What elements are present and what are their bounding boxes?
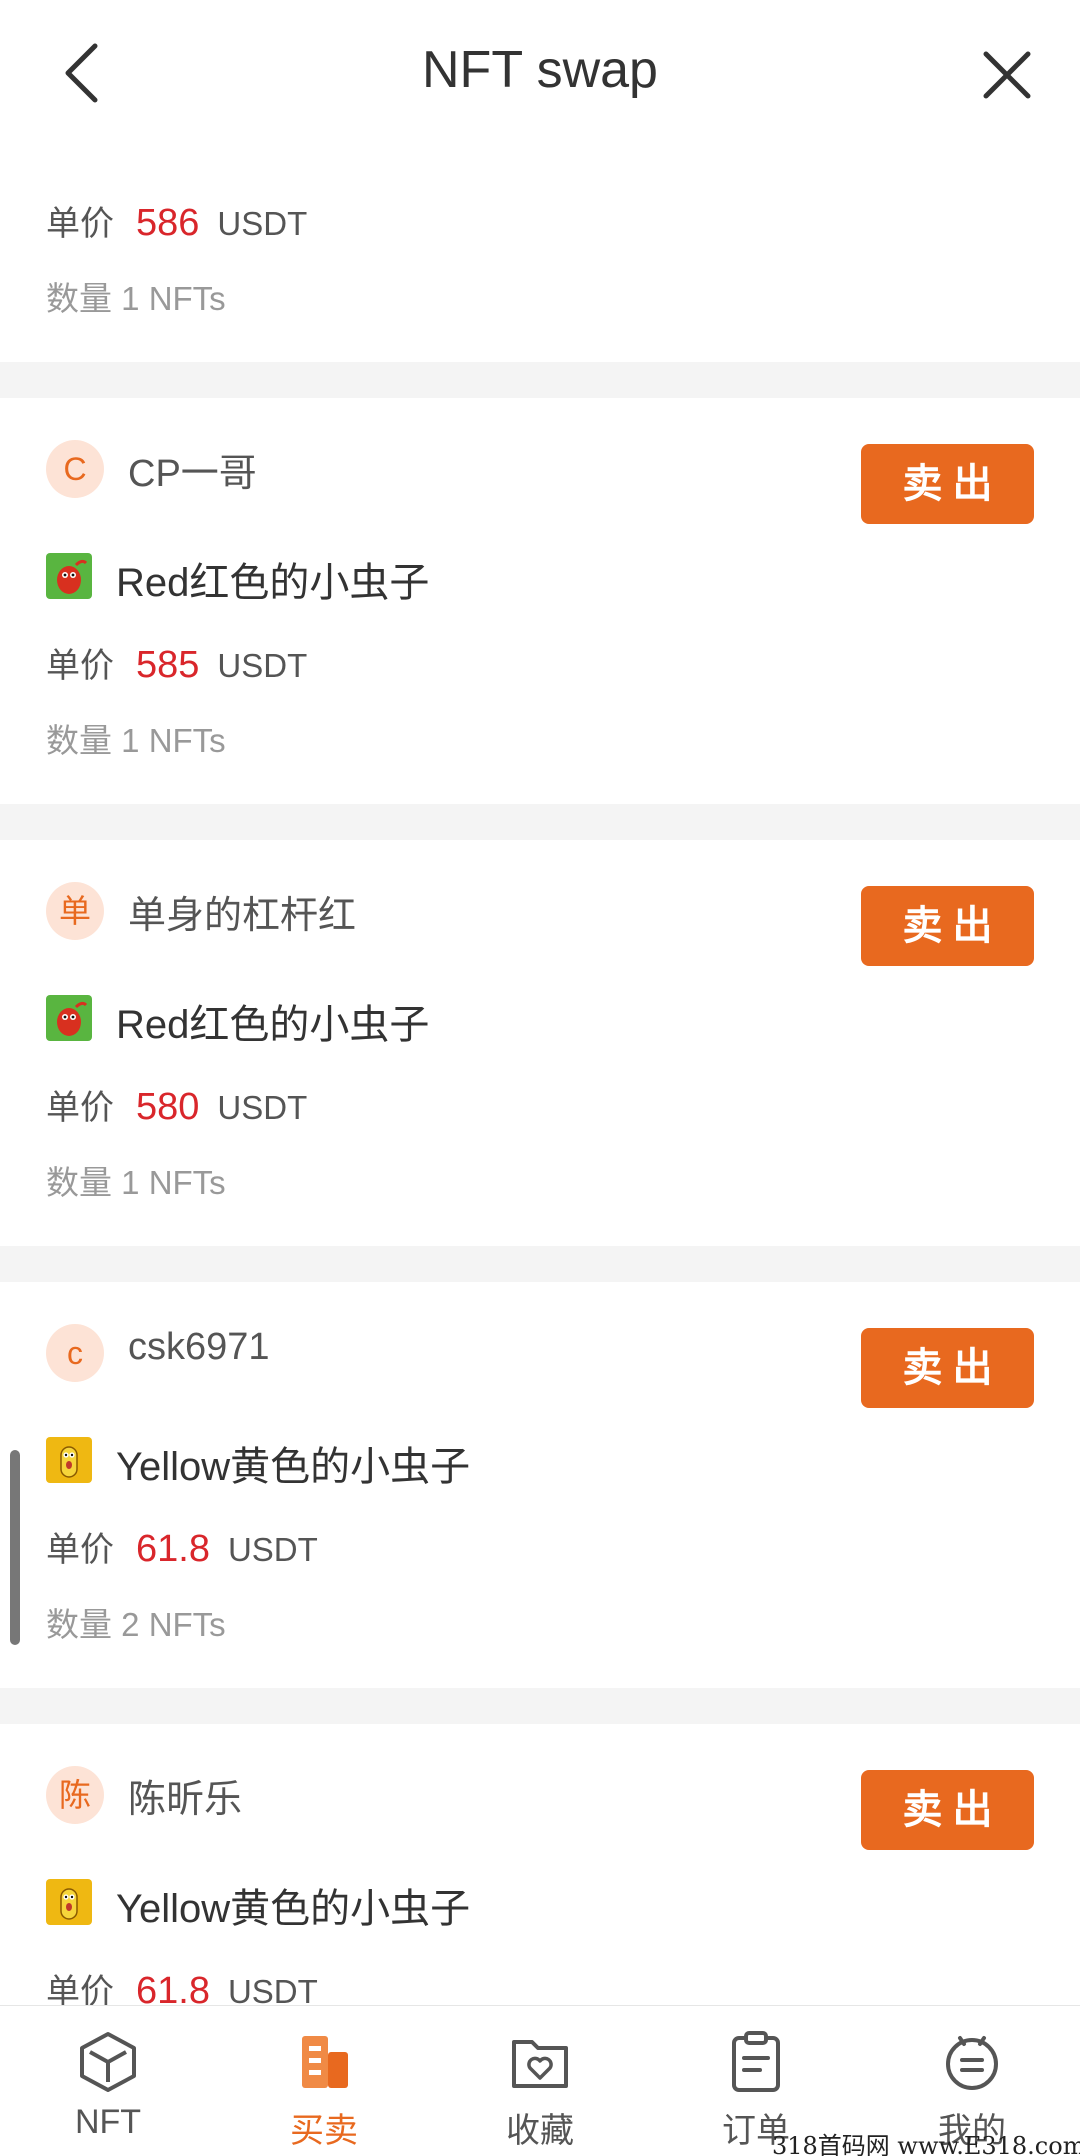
profile-icon: [946, 2036, 998, 2090]
sell-button[interactable]: 卖出: [861, 1770, 1034, 1850]
price-value: 586: [136, 202, 200, 244]
yellow-bug-icon: [46, 1437, 92, 1483]
avatar: C: [46, 440, 104, 498]
price-unit: USDT: [217, 1089, 308, 1126]
listing-card-partial: 单价 586 USDT 数量 1 NFTs: [0, 150, 1080, 362]
price-label: 单价: [46, 1973, 114, 2005]
seller-name: CP一哥: [128, 453, 257, 495]
item-name: Yellow黄色的小虫子: [116, 1887, 471, 1931]
seller-name: 陈昕乐: [128, 1779, 243, 1821]
listing-card: 陈 陈昕乐 卖出 Yellow黄色的小虫子 单价 61.8 USDT: [0, 1724, 1080, 2005]
tab-favorites[interactable]: 收藏: [432, 2006, 648, 2156]
avatar: 陈: [46, 1766, 104, 1824]
price-label: 单价: [46, 205, 114, 243]
price-unit: USDT: [217, 205, 308, 242]
listing-card: C CP一哥 卖出 Red红色的小虫子 单价 585 USDT 数量 1 NFTs: [0, 398, 1080, 804]
watermark: 318首码网 www.E318.com: [772, 2132, 1080, 2156]
avatar: 单: [46, 882, 104, 940]
avatar: c: [46, 1324, 104, 1382]
tab-trade[interactable]: 买卖: [216, 2006, 432, 2156]
seller-name: 单身的杠杆红: [128, 895, 357, 937]
tab-nft[interactable]: NFT: [0, 2006, 216, 2156]
listing-card: c csk6971 卖出 Yellow黄色的小虫子 单价 61.8 USDT 数量 …: [0, 1282, 1080, 1688]
tab-label: 收藏: [506, 2112, 574, 2150]
quantity-text: 数量 1 NFTs: [46, 1164, 226, 1201]
price-row: 单价 586 USDT: [46, 196, 307, 246]
yellow-bug-icon: [46, 1879, 92, 1925]
item-name: Red红色的小虫子: [116, 561, 430, 605]
price-label: 单价: [46, 1089, 114, 1127]
price-unit: USDT: [227, 1973, 318, 2005]
price-row: 单价 585 USDT: [46, 638, 307, 688]
price-value: 580: [136, 1086, 200, 1128]
price-value: 61.8: [136, 1970, 210, 2005]
sell-button[interactable]: 卖出: [861, 886, 1034, 966]
price-value: 585: [136, 644, 200, 686]
listing-list[interactable]: 单价 586 USDT 数量 1 NFTs C CP一哥 卖出 Red红色的小虫子 …: [0, 150, 1080, 2005]
price-unit: USDT: [227, 1531, 318, 1568]
price-row: 单价 61.8 USDT: [46, 1964, 318, 2005]
top-bar: NFT swap: [0, 0, 1080, 150]
clipboard-icon: [732, 2031, 780, 2092]
cube-icon: [80, 2032, 136, 2092]
item-name: Yellow黄色的小虫子: [116, 1445, 471, 1489]
scrollbar[interactable]: [10, 1450, 20, 1645]
quantity-text: 数量 1 NFTs: [46, 280, 226, 317]
seller-name: csk6971: [128, 1326, 270, 1368]
trade-icon: [302, 2036, 348, 2088]
price-value: 61.8: [136, 1528, 210, 1570]
red-bug-icon: [46, 995, 92, 1041]
favorites-folder-icon: [512, 2040, 568, 2088]
price-row: 单价 580 USDT: [46, 1080, 307, 1130]
tab-label: NFT: [74, 2103, 142, 2141]
quantity-text: 数量 1 NFTs: [46, 722, 226, 759]
sell-button[interactable]: 卖出: [861, 1328, 1034, 1408]
listing-card: 单 单身的杠杆红 卖出 Red红色的小虫子 单价 580 USDT 数量 1 NFT…: [0, 840, 1080, 1246]
price-label: 单价: [46, 1531, 114, 1569]
page-title: NFT swap: [422, 41, 658, 99]
quantity-text: 数量 2 NFTs: [46, 1606, 226, 1643]
price-unit: USDT: [217, 647, 308, 684]
item-name: Red红色的小虫子: [116, 1003, 430, 1047]
sell-button[interactable]: 卖出: [861, 444, 1034, 524]
price-label: 单价: [46, 647, 114, 685]
close-icon[interactable]: [972, 40, 1042, 110]
price-row: 单价 61.8 USDT: [46, 1522, 318, 1572]
tab-label: 买卖: [290, 2112, 358, 2150]
red-bug-icon: [46, 553, 92, 599]
